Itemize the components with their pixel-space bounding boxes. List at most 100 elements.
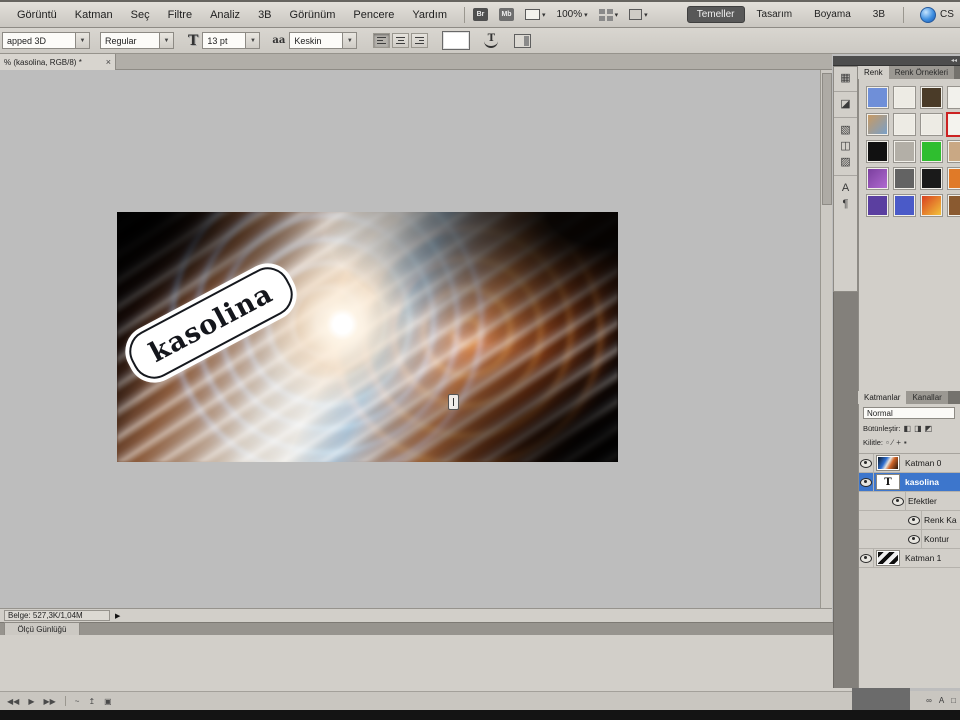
menu-item-7[interactable]: Pencere [344,9,403,21]
style-swatch-5[interactable] [894,114,915,135]
style-swatch-6[interactable] [921,114,942,135]
align-right-button[interactable] [411,33,429,48]
vertical-scrollbar[interactable] [820,70,832,608]
visibility-toggle[interactable] [859,473,874,491]
style-swatch-7[interactable] [948,114,960,135]
new-layer-icon[interactable]: □ [951,696,956,705]
lock-position-icon[interactable]: + [896,438,901,447]
layer-row-2[interactable]: Efektler [859,492,960,511]
style-swatch-15[interactable] [948,168,960,189]
style-swatch-1[interactable] [894,87,915,108]
step-back-icon[interactable]: ◀◀ [7,697,19,706]
cs-live-button[interactable]: CS [920,6,960,23]
align-left-button[interactable] [373,33,391,48]
font-family-value: apped 3D [7,35,47,46]
blend-lock-1-icon[interactable]: ◧ [904,424,912,433]
style-swatch-9[interactable] [894,141,915,162]
screen-mode-button[interactable]: ▾ [629,9,648,20]
style-swatch-17[interactable] [894,195,915,216]
style-swatch-12[interactable] [867,168,888,189]
menu-item-0[interactable]: Görüntü [8,9,66,21]
character-icon[interactable]: A [939,696,944,705]
measurement-log-tab[interactable]: Ölçü Günlüğü [4,622,80,635]
workspace-button-boyama[interactable]: Boyama [804,6,861,23]
scrollbar-thumb[interactable] [822,73,832,205]
text-color-swatch[interactable] [442,31,471,50]
toggle-panels-button[interactable] [514,33,532,48]
workspace-button-tasarım[interactable]: Tasarım [747,6,803,23]
layer-row-3[interactable]: Renk Ka [859,511,960,530]
anti-alias-select[interactable]: Keskin ▼ [289,32,358,49]
adjustments-panel-icon[interactable]: ▧ [840,125,850,136]
mini-bridge-icon[interactable]: Mb [499,8,515,21]
menu-item-4[interactable]: Analiz [201,9,249,21]
workspace-button-temeller[interactable]: Temeller [686,6,745,23]
blend-lock-2-icon[interactable]: ◨ [914,424,922,433]
layer-row-5[interactable]: Katman 1 [859,549,960,568]
style-swatch-14[interactable] [921,168,942,189]
visibility-toggle[interactable] [907,530,922,548]
style-swatch-13[interactable] [894,168,915,189]
eye-icon [892,496,904,506]
export-icon[interactable]: ↥ [88,697,95,706]
visibility-toggle[interactable] [907,511,922,529]
menu-item-5[interactable]: 3B [249,9,280,21]
curve-icon[interactable]: ~ [75,697,80,706]
tab-katmanlar[interactable]: Katmanlar [858,391,907,404]
align-center-button[interactable] [392,33,410,48]
layer-row-0[interactable]: Katman 0 [859,454,960,473]
style-swatch-4[interactable] [867,114,888,135]
masks-panel-icon[interactable]: ◫ [840,141,850,152]
blend-mode-select[interactable]: Normal [863,407,955,419]
info-panel-icon[interactable]: ◪ [840,99,850,110]
layer-row-1[interactable]: Tkasolina [859,473,960,492]
styles-panel-icon[interactable]: ▨ [840,157,850,168]
menu-item-6[interactable]: Görünüm [281,9,345,21]
blend-lock-3-icon[interactable]: ◩ [925,424,933,433]
delete-icon[interactable]: ▣ [104,697,112,706]
histogram-panel-icon[interactable]: ▦ [840,73,850,84]
lock-paint-icon[interactable]: ∕ [892,438,893,447]
style-swatch-3[interactable] [948,87,960,108]
menu-item-1[interactable]: Katman [66,9,122,21]
layer-row-4[interactable]: Kontur [859,530,960,549]
link-layers-icon[interactable]: ∞ [926,696,932,705]
menu-item-3[interactable]: Filtre [159,9,201,21]
visibility-toggle[interactable] [891,492,906,510]
tab-kanallar[interactable]: Kanallar [906,391,948,404]
style-swatch-2[interactable] [921,87,942,108]
play-icon[interactable]: ▶ [28,697,34,706]
tab-renk-ornekleri[interactable]: Renk Örnekleri [888,66,955,79]
canvas-image[interactable]: kasolina [117,212,618,462]
lock-all-icon[interactable]: ▪ [904,438,907,447]
paragraph-panel-icon[interactable]: ¶ [843,199,849,210]
workspace-button-3b[interactable]: 3B [863,6,895,23]
step-forward-icon[interactable]: ▶▶ [43,697,55,706]
document-tab[interactable]: % (kasolina, RGB/8) * × [0,54,116,70]
font-size-select[interactable]: 13 pt ▼ [202,32,261,49]
character-panel-icon[interactable]: A [842,183,849,194]
view-extras-button[interactable]: ▾ [525,9,546,20]
menu-item-8[interactable]: Yardım [403,9,456,21]
style-swatch-8[interactable] [867,141,888,162]
zoom-level-button[interactable]: 100% ▾ [557,9,588,20]
menu-item-2[interactable]: Seç [122,9,159,21]
arrange-documents-button[interactable]: ▾ [598,8,618,21]
style-swatch-18[interactable] [921,195,942,216]
warp-text-button[interactable]: T [482,33,500,49]
tab-renk[interactable]: Renk [858,66,889,79]
style-swatch-19[interactable] [948,195,960,216]
visibility-toggle[interactable] [859,549,874,567]
lock-transparency-icon[interactable]: ▫ [886,438,889,447]
dock-header-bar[interactable]: ◂◂ [833,56,960,66]
style-swatch-10[interactable] [921,141,942,162]
visibility-toggle[interactable] [859,454,874,472]
bridge-icon[interactable]: Br [473,8,489,21]
font-family-select[interactable]: apped 3D ▼ [2,32,90,49]
close-icon[interactable]: × [103,57,111,67]
status-arrow-icon[interactable]: ▶ [115,612,120,620]
font-style-select[interactable]: Regular ▼ [100,32,174,49]
style-swatch-11[interactable] [948,141,960,162]
style-swatch-16[interactable] [867,195,888,216]
style-swatch-0[interactable] [867,87,888,108]
